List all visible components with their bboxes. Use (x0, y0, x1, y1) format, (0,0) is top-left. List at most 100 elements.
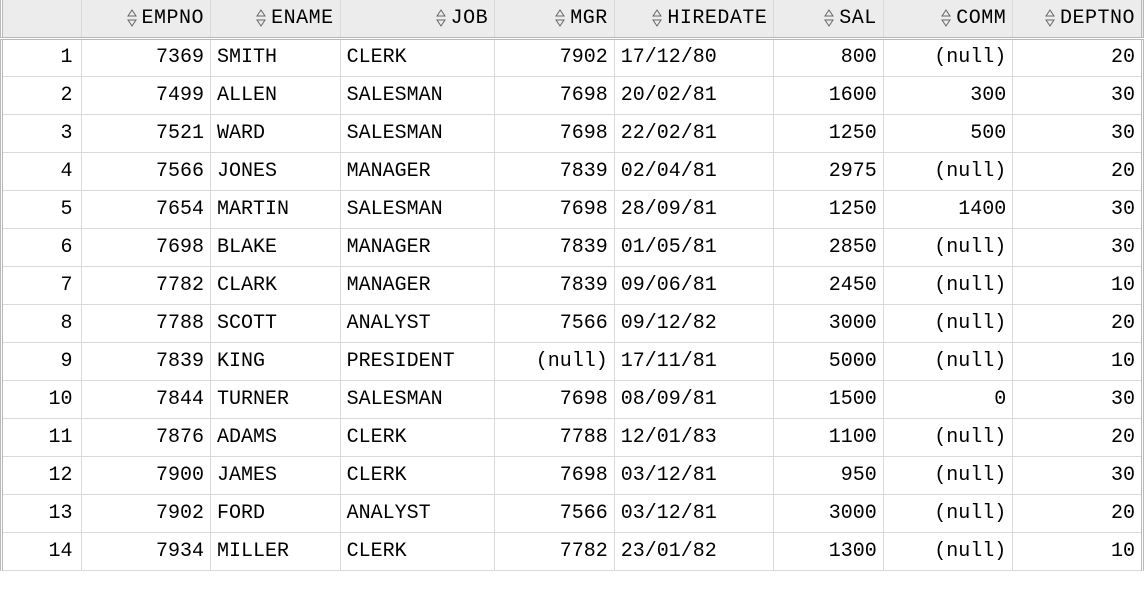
cell-comm[interactable]: (null) (883, 304, 1012, 342)
cell-deptno[interactable]: 30 (1013, 76, 1143, 114)
cell-sal[interactable]: 2975 (774, 152, 883, 190)
table-row[interactable]: 87788SCOTTANALYST756609/12/823000(null)2… (2, 304, 1143, 342)
sort-icon[interactable] (651, 9, 663, 27)
cell-ename[interactable]: MILLER (211, 532, 341, 570)
sort-icon[interactable] (823, 9, 835, 27)
cell-comm[interactable]: (null) (883, 152, 1012, 190)
cell-mgr[interactable]: (null) (495, 342, 615, 380)
cell-sal[interactable]: 3000 (774, 494, 883, 532)
column-header-hiredate[interactable]: HIREDATE (614, 0, 774, 38)
cell-job[interactable]: CLERK (340, 418, 495, 456)
cell-job[interactable]: CLERK (340, 38, 495, 76)
cell-empno[interactable]: 7844 (81, 380, 211, 418)
table-row[interactable]: 147934MILLERCLERK778223/01/821300(null)1… (2, 532, 1143, 570)
cell-comm[interactable]: (null) (883, 228, 1012, 266)
cell-mgr[interactable]: 7839 (495, 228, 615, 266)
cell-empno[interactable]: 7902 (81, 494, 211, 532)
cell-empno[interactable]: 7521 (81, 114, 211, 152)
cell-ename[interactable]: TURNER (211, 380, 341, 418)
cell-hiredate[interactable]: 01/05/81 (614, 228, 774, 266)
cell-deptno[interactable]: 30 (1013, 380, 1143, 418)
sort-icon[interactable] (126, 9, 138, 27)
cell-sal[interactable]: 1250 (774, 190, 883, 228)
table-row[interactable]: 17369SMITHCLERK790217/12/80800(null)20 (2, 38, 1143, 76)
cell-comm[interactable]: (null) (883, 456, 1012, 494)
cell-mgr[interactable]: 7788 (495, 418, 615, 456)
cell-sal[interactable]: 1300 (774, 532, 883, 570)
cell-mgr[interactable]: 7566 (495, 304, 615, 342)
row-number[interactable]: 5 (2, 190, 82, 228)
cell-empno[interactable]: 7654 (81, 190, 211, 228)
cell-empno[interactable]: 7876 (81, 418, 211, 456)
table-row[interactable]: 37521WARDSALESMAN769822/02/81125050030 (2, 114, 1143, 152)
cell-hiredate[interactable]: 17/12/80 (614, 38, 774, 76)
cell-deptno[interactable]: 20 (1013, 494, 1143, 532)
cell-sal[interactable]: 1100 (774, 418, 883, 456)
cell-hiredate[interactable]: 03/12/81 (614, 494, 774, 532)
column-header-empno[interactable]: EMPNO (81, 0, 211, 38)
cell-mgr[interactable]: 7698 (495, 76, 615, 114)
cell-hiredate[interactable]: 03/12/81 (614, 456, 774, 494)
cell-job[interactable]: SALESMAN (340, 380, 495, 418)
cell-comm[interactable]: (null) (883, 342, 1012, 380)
table-row[interactable]: 107844TURNERSALESMAN769808/09/811500030 (2, 380, 1143, 418)
column-header-sal[interactable]: SAL (774, 0, 883, 38)
column-header-job[interactable]: JOB (340, 0, 495, 38)
cell-hiredate[interactable]: 12/01/83 (614, 418, 774, 456)
table-row[interactable]: 117876ADAMSCLERK778812/01/831100(null)20 (2, 418, 1143, 456)
cell-sal[interactable]: 1600 (774, 76, 883, 114)
cell-comm[interactable]: 1400 (883, 190, 1012, 228)
table-row[interactable]: 77782CLARKMANAGER783909/06/812450(null)1… (2, 266, 1143, 304)
cell-mgr[interactable]: 7839 (495, 266, 615, 304)
row-number[interactable]: 14 (2, 532, 82, 570)
sort-icon[interactable] (554, 9, 566, 27)
cell-job[interactable]: ANALYST (340, 304, 495, 342)
cell-ename[interactable]: JAMES (211, 456, 341, 494)
row-number[interactable]: 12 (2, 456, 82, 494)
cell-job[interactable]: MANAGER (340, 152, 495, 190)
cell-hiredate[interactable]: 22/02/81 (614, 114, 774, 152)
cell-sal[interactable]: 1500 (774, 380, 883, 418)
cell-mgr[interactable]: 7782 (495, 532, 615, 570)
table-row[interactable]: 47566JONESMANAGER783902/04/812975(null)2… (2, 152, 1143, 190)
row-number[interactable]: 6 (2, 228, 82, 266)
row-number[interactable]: 2 (2, 76, 82, 114)
row-number[interactable]: 9 (2, 342, 82, 380)
cell-empno[interactable]: 7934 (81, 532, 211, 570)
table-row[interactable]: 67698BLAKEMANAGER783901/05/812850(null)3… (2, 228, 1143, 266)
cell-ename[interactable]: KING (211, 342, 341, 380)
table-row[interactable]: 97839KINGPRESIDENT(null)17/11/815000(nul… (2, 342, 1143, 380)
cell-sal[interactable]: 1250 (774, 114, 883, 152)
cell-ename[interactable]: JONES (211, 152, 341, 190)
table-row[interactable]: 127900JAMESCLERK769803/12/81950(null)30 (2, 456, 1143, 494)
cell-hiredate[interactable]: 09/06/81 (614, 266, 774, 304)
cell-sal[interactable]: 950 (774, 456, 883, 494)
cell-ename[interactable]: BLAKE (211, 228, 341, 266)
cell-ename[interactable]: MARTIN (211, 190, 341, 228)
cell-comm[interactable]: (null) (883, 494, 1012, 532)
cell-ename[interactable]: SCOTT (211, 304, 341, 342)
cell-hiredate[interactable]: 23/01/82 (614, 532, 774, 570)
cell-job[interactable]: PRESIDENT (340, 342, 495, 380)
cell-empno[interactable]: 7499 (81, 76, 211, 114)
cell-job[interactable]: SALESMAN (340, 190, 495, 228)
table-row[interactable]: 57654MARTINSALESMAN769828/09/81125014003… (2, 190, 1143, 228)
cell-deptno[interactable]: 30 (1013, 114, 1143, 152)
cell-empno[interactable]: 7839 (81, 342, 211, 380)
cell-deptno[interactable]: 20 (1013, 418, 1143, 456)
cell-deptno[interactable]: 30 (1013, 190, 1143, 228)
cell-mgr[interactable]: 7566 (495, 494, 615, 532)
table-row[interactable]: 27499ALLENSALESMAN769820/02/81160030030 (2, 76, 1143, 114)
row-number[interactable]: 4 (2, 152, 82, 190)
results-grid[interactable]: EMPNOENAMEJOBMGRHIREDATESALCOMMDEPTNO 17… (0, 0, 1144, 571)
row-number[interactable]: 11 (2, 418, 82, 456)
row-number[interactable]: 1 (2, 38, 82, 76)
cell-sal[interactable]: 3000 (774, 304, 883, 342)
cell-ename[interactable]: FORD (211, 494, 341, 532)
cell-deptno[interactable]: 10 (1013, 532, 1143, 570)
sort-icon[interactable] (255, 9, 267, 27)
cell-ename[interactable]: SMITH (211, 38, 341, 76)
sort-icon[interactable] (940, 9, 952, 27)
cell-comm[interactable]: 300 (883, 76, 1012, 114)
cell-comm[interactable]: 500 (883, 114, 1012, 152)
